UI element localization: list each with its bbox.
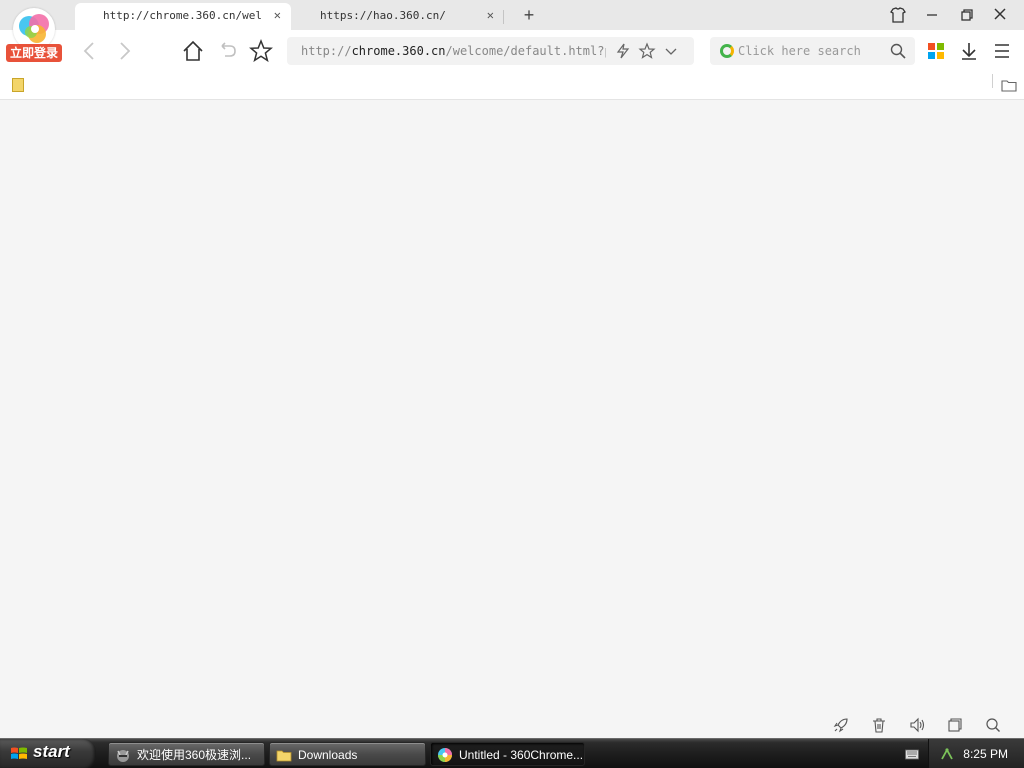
task-label: Untitled - 360Chrome...	[459, 748, 584, 762]
360-search-logo-icon	[720, 44, 734, 58]
zoom-icon[interactable]	[984, 716, 1002, 734]
browser-window: http://chrome.360.cn/welcome/default.htm…	[0, 0, 1024, 768]
close-window-icon[interactable]	[988, 4, 1012, 26]
tab-title: https://hao.360.cn/	[320, 9, 446, 22]
start-button[interactable]: start	[0, 739, 96, 768]
bookmark-bar	[0, 70, 1024, 100]
tab-close-icon[interactable]: ✕	[487, 3, 494, 28]
search-icon[interactable]	[889, 42, 907, 60]
rocket-speedup-icon[interactable]	[832, 716, 850, 734]
network-icon[interactable]	[939, 746, 955, 762]
tab-separator	[503, 10, 504, 24]
task-label: Downloads	[298, 748, 358, 762]
back-icon[interactable]	[77, 38, 103, 64]
url-path: /welcome/default.html?p=	[445, 44, 607, 58]
windows-taskbar: start 欢迎使用360极速浏... Downloads Untitled -…	[0, 738, 1024, 768]
volume-icon[interactable]	[908, 716, 926, 734]
360chrome-app-icon	[437, 747, 453, 763]
taskbar-item-welcome[interactable]: 欢迎使用360极速浏...	[108, 742, 265, 766]
search-input[interactable]	[738, 37, 888, 65]
keyboard-icon[interactable]	[905, 747, 919, 760]
system-tray: 8:25 PM	[928, 739, 1024, 768]
menu-icon[interactable]	[990, 39, 1014, 63]
start-label: start	[33, 742, 70, 761]
window-mode-icon[interactable]	[946, 716, 964, 734]
raccoon-app-icon	[115, 747, 131, 763]
address-bar[interactable]: http://chrome.360.cn/welcome/default.htm…	[287, 37, 694, 65]
home-icon[interactable]	[180, 38, 206, 64]
skin-shirt-icon[interactable]	[886, 4, 910, 26]
trash-icon[interactable]	[870, 716, 888, 734]
folder-icon[interactable]	[1001, 77, 1017, 93]
status-bar	[0, 712, 1024, 738]
bookmark-star-icon[interactable]	[638, 42, 656, 60]
apps-grid-icon[interactable]	[924, 39, 948, 63]
windows-flag-icon	[10, 746, 28, 762]
tab-welcome[interactable]: http://chrome.360.cn/welcome/default.htm…	[75, 3, 291, 30]
clock[interactable]: 8:25 PM	[963, 739, 1008, 768]
new-tab-button[interactable]: +	[518, 4, 540, 26]
favorites-star-icon[interactable]	[248, 38, 274, 64]
minimize-icon[interactable]	[920, 4, 944, 26]
bookmark-separator	[992, 74, 993, 88]
folder-icon	[276, 747, 292, 763]
taskbar-item-downloads[interactable]: Downloads	[269, 742, 426, 766]
tab-bar: http://chrome.360.cn/welcome/default.htm…	[0, 0, 1024, 30]
search-box[interactable]	[710, 37, 915, 65]
account-login[interactable]: 立即登录	[5, 4, 63, 62]
url-prefix: http://	[301, 44, 352, 58]
undo-close-tab-icon[interactable]	[214, 38, 240, 64]
login-badge[interactable]: 立即登录	[6, 44, 63, 62]
bookmark-page-icon[interactable]	[12, 78, 24, 92]
tab-close-icon[interactable]: ✕	[274, 3, 281, 28]
download-icon[interactable]	[957, 39, 981, 63]
restore-icon[interactable]	[954, 4, 978, 26]
url-host: chrome.360.cn	[351, 44, 446, 58]
address-url[interactable]: http://chrome.360.cn/welcome/default.htm…	[301, 37, 606, 65]
page-content[interactable]	[0, 100, 1024, 712]
taskbar-item-360chrome[interactable]: Untitled - 360Chrome...	[430, 742, 585, 766]
forward-icon[interactable]	[111, 38, 137, 64]
tab-title: http://chrome.360.cn/welcome/default.htm…	[103, 9, 263, 22]
lightning-mode-icon[interactable]	[614, 42, 632, 60]
tab-hao360[interactable]: https://hao.360.cn/ ✕	[292, 3, 504, 30]
task-label: 欢迎使用360极速浏...	[137, 748, 252, 762]
chevron-down-icon[interactable]	[662, 42, 680, 60]
